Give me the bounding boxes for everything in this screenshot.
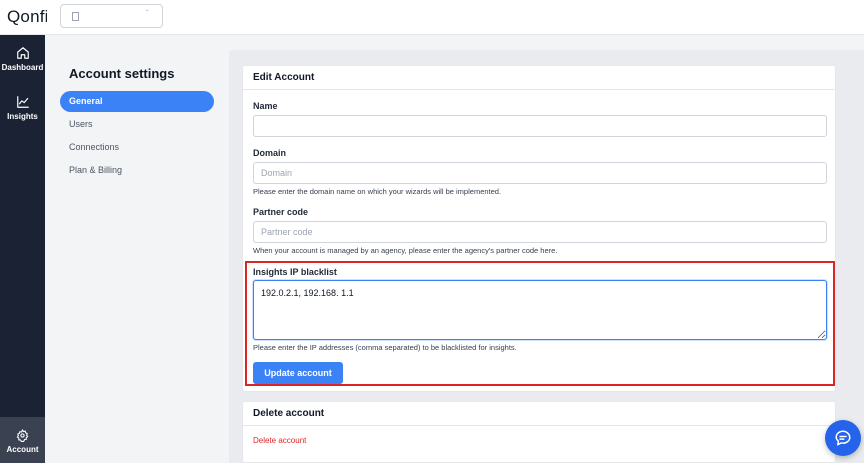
domain-input[interactable] [253, 162, 827, 184]
edit-account-card: Edit Account Name Domain Please enter th… [242, 65, 836, 392]
settings-title: Account settings [69, 66, 175, 81]
name-input[interactable] [253, 115, 827, 137]
partner-code-help-text: When your account is managed by an agenc… [253, 246, 558, 255]
ip-blacklist-textarea[interactable]: 192.0.2.1, 192.168. 1.1 [253, 280, 827, 340]
settings-item-users[interactable]: Users [60, 114, 214, 135]
domain-help-text: Please enter the domain name on which yo… [253, 187, 502, 196]
settings-item-plan-billing[interactable]: Plan & Billing [60, 160, 214, 181]
partner-code-label: Partner code [253, 207, 309, 217]
chat-icon [835, 430, 851, 446]
chat-button[interactable] [825, 420, 861, 456]
nav-item-label: Account [6, 445, 39, 454]
nav-item-account[interactable]: Account [0, 417, 45, 463]
top-bar: Qonfi ˇ [0, 0, 864, 35]
home-icon [16, 47, 29, 59]
chevron-down-icon: ˇ [146, 9, 149, 18]
workspace-selector[interactable]: ˇ [60, 4, 163, 28]
update-account-button[interactable]: Update account [253, 362, 343, 384]
domain-label: Domain [253, 148, 287, 158]
gear-icon [16, 429, 29, 442]
delete-account-link[interactable]: Delete account [253, 436, 306, 445]
ip-blacklist-help-text: Please enter the IP addresses (comma sep… [253, 343, 517, 352]
chart-icon [16, 96, 29, 108]
nav-item-label: Dashboard [1, 63, 44, 72]
nav-item-label: Insights [7, 112, 38, 121]
main-content: Edit Account Name Domain Please enter th… [229, 50, 864, 463]
nav-item-insights[interactable]: Insights [0, 95, 45, 121]
name-label: Name [253, 101, 278, 111]
ip-blacklist-label: Insights IP blacklist [253, 267, 337, 277]
building-icon [72, 12, 79, 21]
card-title: Edit Account [243, 66, 835, 90]
nav-item-dashboard[interactable]: Dashboard [0, 46, 45, 72]
app-logo[interactable]: Qonfi [7, 7, 47, 27]
settings-sidebar: Account settings General Users Connectio… [45, 35, 228, 463]
card-title: Delete account [243, 402, 835, 426]
left-navigation: Dashboard Insights Account [0, 35, 45, 463]
delete-account-card: Delete account Delete account [242, 401, 836, 463]
settings-item-general[interactable]: General [60, 91, 214, 112]
settings-item-connections[interactable]: Connections [60, 137, 214, 158]
partner-code-input[interactable] [253, 221, 827, 243]
